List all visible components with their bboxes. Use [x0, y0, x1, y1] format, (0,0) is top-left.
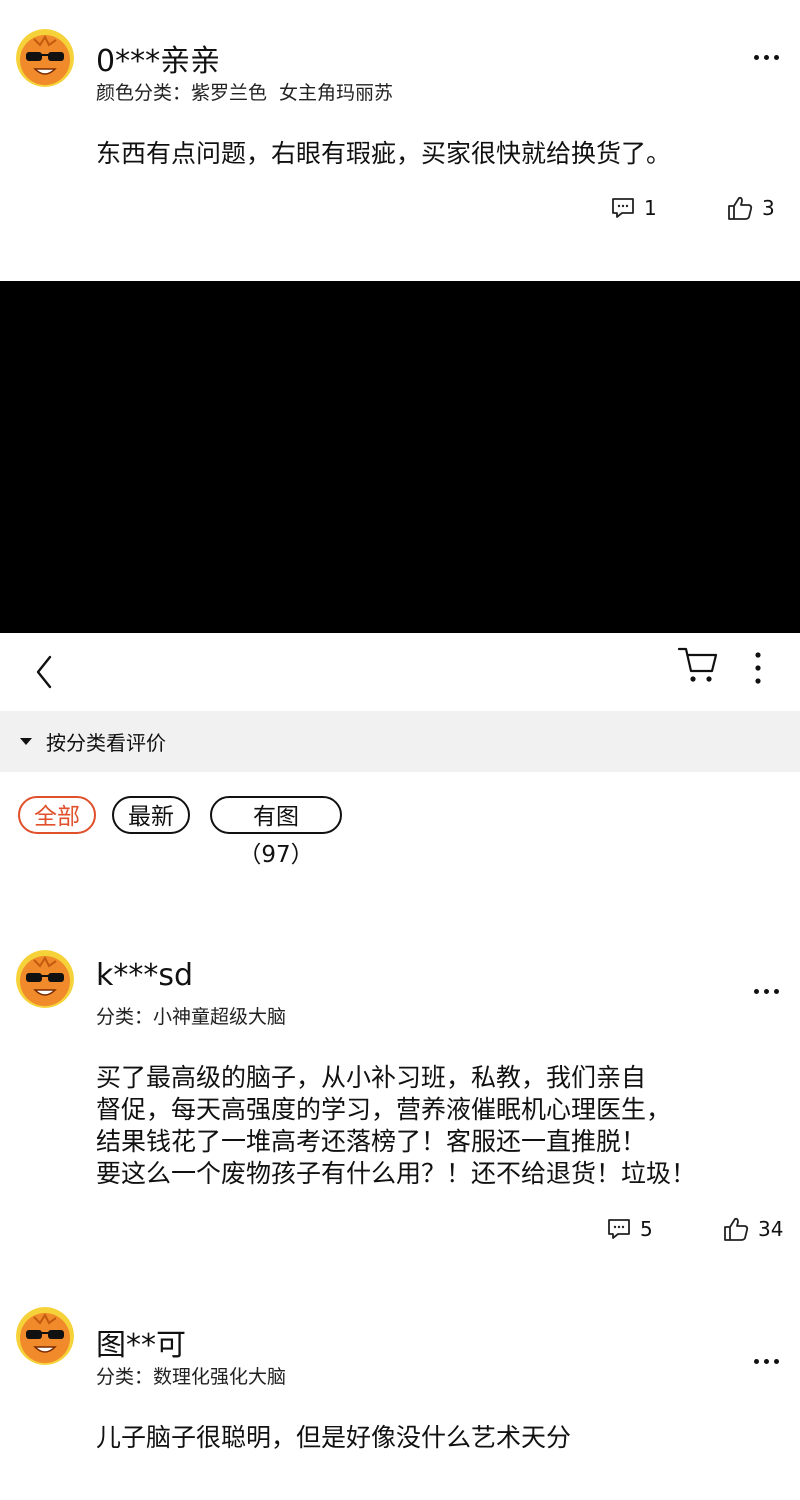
menu-button[interactable] [748, 651, 768, 685]
more-options-button[interactable] [754, 52, 782, 62]
vertical-dots-icon [755, 652, 761, 684]
avatar-icon [16, 950, 74, 1008]
avatar[interactable] [16, 950, 74, 1008]
review-text: 东西有点问题，右眼有瑕疵，买家很快就给换货了。 [96, 139, 672, 168]
like-count: 3 [762, 196, 775, 220]
comment-icon [612, 198, 634, 218]
comment-count: 5 [640, 1217, 653, 1241]
thumbs-up-icon [724, 1217, 749, 1241]
more-options-button[interactable] [754, 986, 782, 996]
category-filter-bar[interactable]: 按分类看评价 [0, 711, 800, 772]
category-label: 分类：小神童超级大脑 [96, 1002, 286, 1029]
cart-icon [677, 647, 718, 682]
avatar-icon [16, 29, 74, 87]
review-3: 图**可 分类：数理化强化大脑 儿子脑子很聪明，但是好像没什么艺术天分 [0, 1300, 800, 1500]
username: k***sd [96, 958, 194, 993]
username: 图**可 [96, 1328, 186, 1363]
avatar-icon [16, 1307, 74, 1365]
back-button[interactable] [30, 651, 60, 691]
review-text-line: 督促，每天高强度的学习，营养液催眠机心理医生， [96, 1095, 672, 1124]
comment-button[interactable]: 1 [610, 195, 657, 221]
caret-down-icon [20, 738, 32, 745]
review-text-line: 买了最高级的脑子，从小补习班，私教，我们亲自 [96, 1063, 647, 1092]
category-text: 颜色分类：紫罗兰色 [96, 82, 268, 104]
review-text-line: 要这么一个废物孩子有什么用？！还不给退货！垃圾！ [96, 1159, 697, 1188]
thumbs-up-icon [728, 196, 753, 220]
category-text: 分类：数理化强化大脑 [96, 1366, 287, 1388]
like-button[interactable]: 34 [722, 1216, 783, 1242]
cart-button[interactable] [676, 641, 720, 687]
category-label: 分类：数理化强化大脑 [96, 1362, 286, 1389]
comment-icon [608, 1219, 630, 1239]
filter-label: 按分类看评价 [46, 731, 166, 755]
category-text: 分类：小神童超级大脑 [96, 1006, 287, 1028]
avatar[interactable] [16, 1307, 74, 1365]
video-area[interactable] [0, 281, 800, 633]
review-text: 买了最高级的脑子，从小补习班，私教，我们亲自 督促，每天高强度的学习，营养液催眠… [96, 1062, 756, 1190]
comment-count: 1 [644, 196, 657, 220]
more-options-button[interactable] [754, 1356, 782, 1366]
username: 0***亲亲 [96, 44, 221, 79]
top-nav-bar [0, 633, 800, 711]
category-label: 颜色分类：紫罗兰色 女主角玛丽苏 [96, 78, 393, 105]
chevron-left-icon [36, 655, 52, 689]
comment-button[interactable]: 5 [606, 1216, 653, 1242]
review-text: 儿子脑子很聪明，但是好像没什么艺术天分 [96, 1423, 572, 1452]
avatar[interactable] [16, 29, 74, 87]
review-2: k***sd 分类：小神童超级大脑 买了最高级的脑子，从小补习班，私教，我们亲自… [0, 940, 800, 1270]
like-button[interactable]: 3 [726, 195, 775, 221]
like-count: 34 [758, 1217, 784, 1241]
review-text-line: 结果钱花了一堆高考还落榜了！客服还一直推脱！ [96, 1127, 647, 1156]
category-text: 女主角玛丽苏 [279, 82, 394, 104]
tab-all[interactable]: 全部 [18, 796, 96, 834]
tab-with-photos[interactable]: 有图（97） [210, 796, 342, 868]
review-1: 0***亲亲 颜色分类：紫罗兰色 女主角玛丽苏 东西有点问题，右眼有瑕疵，买家很快… [0, 0, 800, 281]
tab-latest[interactable]: 最新 [112, 796, 190, 834]
